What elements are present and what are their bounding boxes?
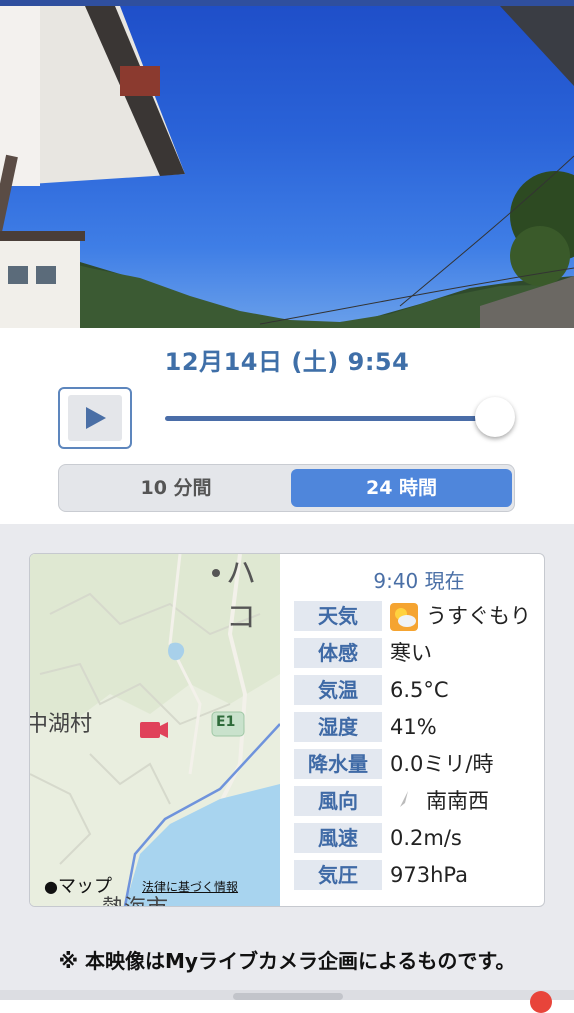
timeline-slider-thumb[interactable] [475, 397, 515, 437]
location-map[interactable]: ハコ 中湖村 E1 熱海市 ●マップ 法律に基づく情報 [30, 554, 280, 906]
weather-row: 天気 うすぐもり [294, 598, 544, 635]
weather-row-label: 天気 [294, 601, 382, 631]
play-button[interactable] [58, 387, 132, 449]
apple-maps-attribution: ●マップ [44, 876, 112, 897]
weather-row: 気圧 973hPa [294, 857, 544, 894]
weather-row-label: 風向 [294, 786, 382, 816]
timeline-slider-track[interactable] [165, 416, 495, 421]
weather-info-panel: 9:40 現在 天気 うすぐもり 体感 寒い 気温 6.5°C 湿度 41% 降… [294, 566, 544, 894]
wind-direction-arrow-icon [398, 791, 412, 813]
weather-row-label: 体感 [294, 638, 382, 668]
weather-row-value: 6.5°C [390, 678, 449, 702]
weather-row-value: うすぐもり [426, 604, 531, 628]
weather-row-value: 0.0ミリ/時 [390, 752, 494, 776]
weather-row-value: 南南西 [426, 789, 489, 813]
weather-row-label: 風速 [294, 823, 382, 853]
map-road-badge: E1 [216, 714, 236, 730]
segment-10min[interactable]: 10 分間 [63, 469, 289, 507]
weather-row: 体感 寒い [294, 635, 544, 672]
weather-row-label: 気圧 [294, 860, 382, 890]
map-place-label-top: ハコ [226, 556, 256, 635]
notification-dot [530, 991, 552, 1013]
weather-row: 風向 南南西 [294, 783, 544, 820]
segment-24h[interactable]: 24 時間 [291, 469, 512, 507]
weather-card: ハコ 中湖村 E1 熱海市 ●マップ 法律に基づく情報 9:40 現在 天気 う… [29, 553, 545, 907]
weather-row: 風速 0.2m/s [294, 820, 544, 857]
weather-row-value: 973hPa [390, 863, 468, 887]
weather-row-label: 気温 [294, 675, 382, 705]
weather-row-label: 降水量 [294, 749, 382, 779]
map-legal-link[interactable]: 法律に基づく情報 [142, 878, 238, 895]
live-camera-image [0, 6, 574, 328]
duration-segmented-control: 10 分間 24 時間 [58, 464, 515, 512]
weather-row: 気温 6.5°C [294, 672, 544, 709]
camera-datetime: 12月14日 (土) 9:54 [164, 348, 410, 376]
weather-row: 降水量 0.0ミリ/時 [294, 746, 544, 783]
weather-time-label: 9:40 現在 [373, 569, 465, 593]
map-place-label-village: 中湖村 [30, 712, 93, 737]
footer-note: ※ 本映像はMyライブカメラ企画によるものです。 [58, 949, 516, 973]
weather-row-value: 41% [390, 715, 437, 739]
apple-logo-icon: ● [44, 877, 58, 896]
weather-row-label: 湿度 [294, 712, 382, 742]
bottom-toolbar-pill [233, 993, 343, 1000]
play-button-face[interactable] [68, 395, 122, 441]
weather-row: 湿度 41% [294, 709, 544, 746]
weather-row-value: 0.2m/s [390, 826, 462, 850]
partly-cloudy-icon [390, 603, 418, 631]
play-icon [86, 407, 106, 429]
weather-row-value: 寒い [390, 641, 432, 665]
